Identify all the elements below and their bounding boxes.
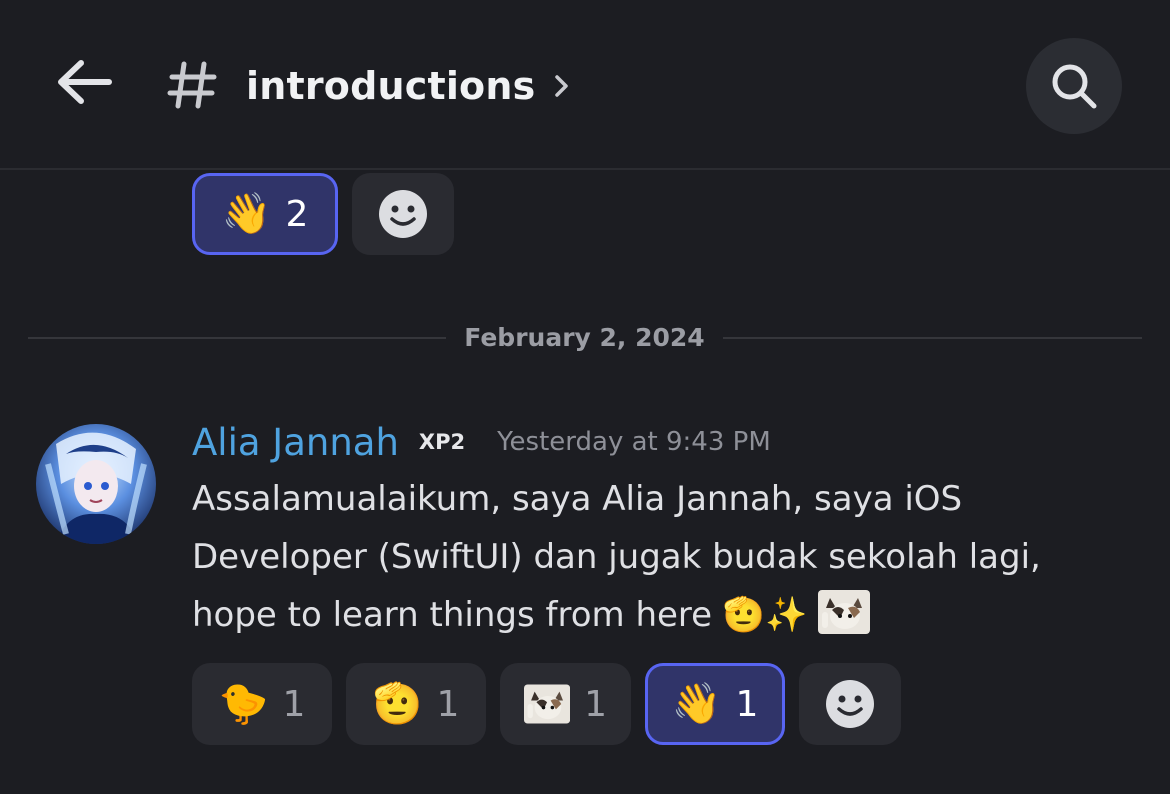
channel-header: introductions — [0, 0, 1170, 170]
smiley-add-icon — [826, 680, 874, 728]
back-button[interactable] — [52, 50, 116, 114]
reaction-count: 1 — [436, 683, 460, 725]
reaction-count: 2 — [285, 193, 309, 235]
add-reaction-button[interactable] — [799, 663, 901, 745]
reaction-wave[interactable]: 👋 2 — [192, 173, 338, 255]
cat-sticker-icon — [524, 684, 571, 724]
divider-line-right — [723, 337, 1142, 339]
smiley-add-icon — [379, 190, 427, 238]
wave-emoji-icon: 👋 — [671, 681, 722, 727]
reaction-salute[interactable]: 🫡 1 — [346, 663, 486, 745]
divider-line-left — [28, 337, 446, 339]
salute-sparkles-emoji: 🫡✨ — [722, 595, 808, 635]
cat-sticker-icon — [818, 590, 871, 634]
message-body: Assalamualaikum, saya Alia Jannah, saya … — [192, 470, 1122, 644]
search-icon — [1052, 64, 1097, 109]
search-button[interactable] — [1026, 38, 1122, 134]
message-author[interactable]: Alia Jannah — [192, 421, 399, 464]
reaction-count: 1 — [735, 683, 759, 725]
channel-name: introductions — [246, 64, 536, 108]
avatar-image — [36, 424, 156, 544]
hash-channel-icon — [167, 61, 217, 109]
avatar[interactable] — [36, 424, 156, 544]
add-reaction-button[interactable] — [352, 173, 454, 255]
reaction-wave[interactable]: 👋 1 — [645, 663, 785, 745]
date-divider: February 2, 2024 — [28, 318, 1142, 358]
chick-emoji-icon: 🐤 — [218, 681, 269, 727]
salute-emoji-icon: 🫡 — [372, 681, 423, 727]
wave-emoji-icon: 👋 — [221, 191, 272, 237]
reaction-cat-sticker[interactable]: 1 — [500, 663, 631, 745]
chevron-right-icon — [555, 75, 569, 97]
reaction-count: 1 — [584, 683, 607, 725]
previous-message-reactions: 👋 2 — [192, 173, 454, 255]
date-divider-label: February 2, 2024 — [464, 323, 705, 352]
message-header: Alia Jannah XP2 Yesterday at 9:43 PM — [192, 414, 771, 470]
server-tag[interactable]: XP2 — [419, 430, 465, 454]
reaction-count: 1 — [282, 683, 306, 725]
message-reactions: 🐤 1 🫡 1 1 👋 1 — [192, 663, 901, 745]
chat-screen: introductions 👋 2 February 2, 2024 Alia … — [0, 0, 1170, 794]
channel-title[interactable]: introductions — [246, 58, 571, 114]
message-text: Assalamualaikum, saya Alia Jannah, saya … — [192, 479, 1041, 635]
message-timestamp: Yesterday at 9:43 PM — [497, 427, 771, 457]
arrow-left-icon — [58, 60, 112, 104]
reaction-chick[interactable]: 🐤 1 — [192, 663, 332, 745]
